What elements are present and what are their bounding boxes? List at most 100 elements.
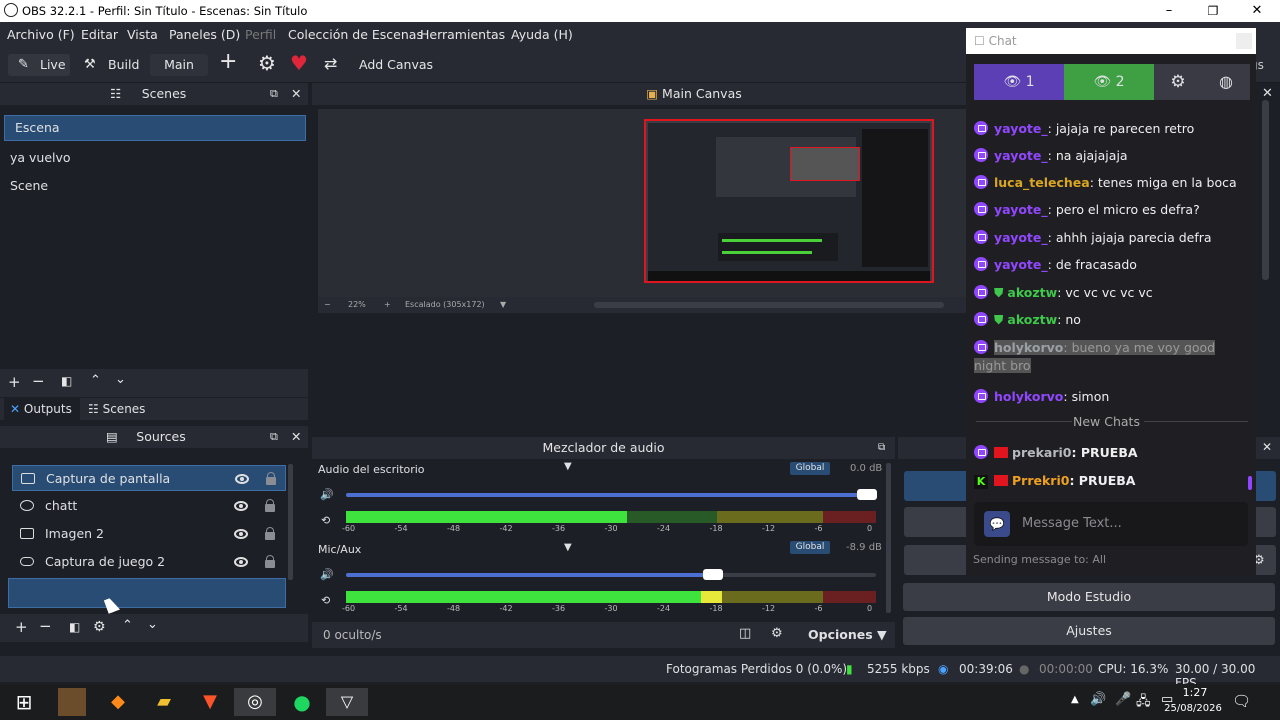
live-button[interactable]: ✎ Live — [8, 54, 70, 76]
tab-viewers-2[interactable]: 👁 2 — [1064, 64, 1154, 100]
chat-app-icon[interactable]: ▽ — [326, 688, 368, 716]
network-icon[interactable]: 🖧 — [1136, 692, 1151, 714]
close-icon[interactable]: ✕ — [1262, 86, 1273, 101]
lock-icon[interactable] — [266, 472, 276, 485]
volume-handle[interactable] — [856, 489, 877, 500]
close-button[interactable]: ✕ — [1235, 0, 1279, 22]
add-icon[interactable]: + — [15, 618, 28, 636]
chat-popout-button[interactable]: ◍ — [1202, 64, 1250, 100]
add-icon[interactable]: + — [219, 51, 237, 73]
speaker-icon[interactable]: 🔊 — [320, 488, 334, 501]
chat-settings-button[interactable]: ⚙ — [1154, 64, 1202, 100]
layout-icon[interactable]: ◫ — [739, 626, 751, 641]
minecraft-icon[interactable] — [58, 688, 86, 716]
float-icon[interactable]: ⧉ — [270, 83, 278, 105]
file-explorer-icon[interactable]: ▰ — [146, 688, 182, 716]
volume-handle[interactable] — [703, 569, 723, 580]
gear-icon[interactable]: ⚙ — [771, 626, 783, 641]
heart-icon[interactable]: ♥ — [290, 52, 308, 74]
chat-username[interactable]: yayote_ — [994, 257, 1048, 272]
scrollbar[interactable] — [1262, 100, 1269, 280]
scene-item[interactable]: Escena — [4, 115, 306, 141]
windows-start-icon[interactable]: ⊞ — [6, 688, 42, 716]
scene-item[interactable]: Scene — [0, 173, 306, 199]
scrollbar[interactable] — [288, 464, 293, 580]
zoom-in-button[interactable]: + — [384, 297, 391, 313]
eye-icon[interactable] — [235, 474, 249, 484]
close-sources-icon[interactable]: ✕ — [291, 426, 301, 448]
menu-view[interactable]: Vista — [127, 27, 158, 42]
obs-taskbar-icon[interactable]: ◎ — [234, 688, 276, 716]
notifications-icon[interactable]: 🗨 — [1232, 692, 1251, 710]
up-icon[interactable]: ⌃ — [122, 618, 133, 633]
chat-username[interactable]: akoztw — [1007, 285, 1057, 300]
add-canvas-button[interactable]: Add Canvas — [359, 54, 433, 76]
gear-icon[interactable]: ⚙ — [93, 619, 106, 635]
source-item[interactable]: Captura de pantalla — [12, 465, 286, 491]
menu-file[interactable]: Archivo (F) — [7, 27, 75, 42]
maximize-button[interactable]: ❐ — [1191, 0, 1235, 22]
channel-menu-icon[interactable]: ▼ — [564, 542, 572, 553]
chat-username[interactable]: luca_telechea — [994, 175, 1090, 190]
scrollbar[interactable] — [594, 302, 944, 308]
tab-viewers-1[interactable]: 👁 1 — [974, 64, 1064, 100]
tray-up-icon[interactable]: ▲ — [1071, 694, 1079, 705]
lock-icon[interactable] — [265, 527, 275, 540]
mic-icon[interactable]: 🎤 — [1115, 692, 1131, 707]
main-canvas-tab[interactable]: Main — [150, 54, 208, 76]
menu-help[interactable]: Ayuda (H) — [511, 27, 573, 42]
menu-tools[interactable]: Herramientas — [420, 27, 505, 42]
eye-icon[interactable] — [234, 557, 248, 567]
volume-slider[interactable] — [346, 489, 877, 500]
down-icon[interactable]: ⌄ — [115, 372, 126, 387]
scrollbar[interactable] — [886, 463, 891, 613]
up-icon[interactable]: ⌃ — [90, 373, 101, 388]
chat-username[interactable]: Prrekri0 — [1012, 473, 1069, 488]
menu-edit[interactable]: Editar — [81, 27, 118, 42]
channel-menu-icon[interactable]: ▼ — [564, 461, 572, 472]
scale-dropdown-icon[interactable]: ▼ — [500, 297, 506, 313]
close-controls-icon[interactable]: ✕ — [1262, 440, 1272, 454]
remove-icon[interactable]: − — [39, 617, 52, 635]
down-icon[interactable]: ⌄ — [147, 617, 158, 632]
filter-icon[interactable]: ◧ — [69, 620, 80, 634]
options-button[interactable]: Opciones ▼ — [808, 627, 887, 642]
volume-slider[interactable] — [346, 569, 876, 580]
clock-time[interactable]: 1:27 — [1177, 686, 1213, 699]
tab-outputs[interactable]: ✕ Outputs — [4, 398, 80, 420]
minimize-button[interactable]: – — [1147, 0, 1191, 22]
scene-item[interactable]: ya vuelvo — [0, 145, 306, 171]
mute-icon[interactable]: ⟲ — [321, 594, 330, 607]
chat-username[interactable]: prekari0 — [1012, 445, 1072, 460]
gear-icon[interactable]: ⚙ — [258, 52, 276, 74]
channel-mode-badge[interactable]: Global — [790, 541, 830, 554]
filter-icon[interactable]: ◧ — [61, 374, 72, 388]
message-input[interactable]: 💬 Message Text... — [974, 502, 1248, 546]
volume-icon[interactable]: 🔊 — [1090, 692, 1106, 707]
chat-username[interactable]: yayote_ — [994, 121, 1048, 136]
settings-button[interactable]: Ajustes — [903, 617, 1275, 645]
fl-studio-icon[interactable]: ◆ — [100, 688, 136, 716]
chat-username[interactable]: holykorvo — [994, 389, 1063, 404]
eye-icon[interactable] — [234, 529, 248, 539]
menu-profile[interactable]: Perfil — [245, 27, 276, 42]
source-item[interactable]: Imagen 2 — [12, 521, 286, 547]
spotify-icon[interactable]: ● — [284, 688, 320, 716]
build-button[interactable]: ⚒ Build — [80, 54, 144, 76]
chat-username[interactable]: yayote_ — [994, 148, 1048, 163]
preview-frame[interactable] — [644, 119, 934, 283]
mute-icon[interactable]: ⟲ — [321, 514, 330, 527]
chat-username[interactable]: akoztw — [1007, 312, 1057, 327]
source-item[interactable]: chatt — [12, 493, 286, 519]
tab-scenes[interactable]: ☷ Scenes — [88, 398, 145, 420]
channel-mode-badge[interactable]: Global — [790, 462, 830, 475]
chat-username[interactable]: yayote_ — [994, 230, 1048, 245]
brave-icon[interactable]: ▼ — [192, 688, 228, 716]
add-icon[interactable]: + — [8, 373, 21, 391]
lock-icon[interactable] — [265, 499, 275, 512]
eye-icon[interactable] — [234, 501, 248, 511]
chat-close-button[interactable] — [1236, 33, 1252, 49]
remove-icon[interactable]: − — [32, 372, 45, 390]
menu-scene-collection[interactable]: Colección de Escenas — [288, 27, 423, 42]
chat-username[interactable]: yayote_ — [994, 202, 1048, 217]
